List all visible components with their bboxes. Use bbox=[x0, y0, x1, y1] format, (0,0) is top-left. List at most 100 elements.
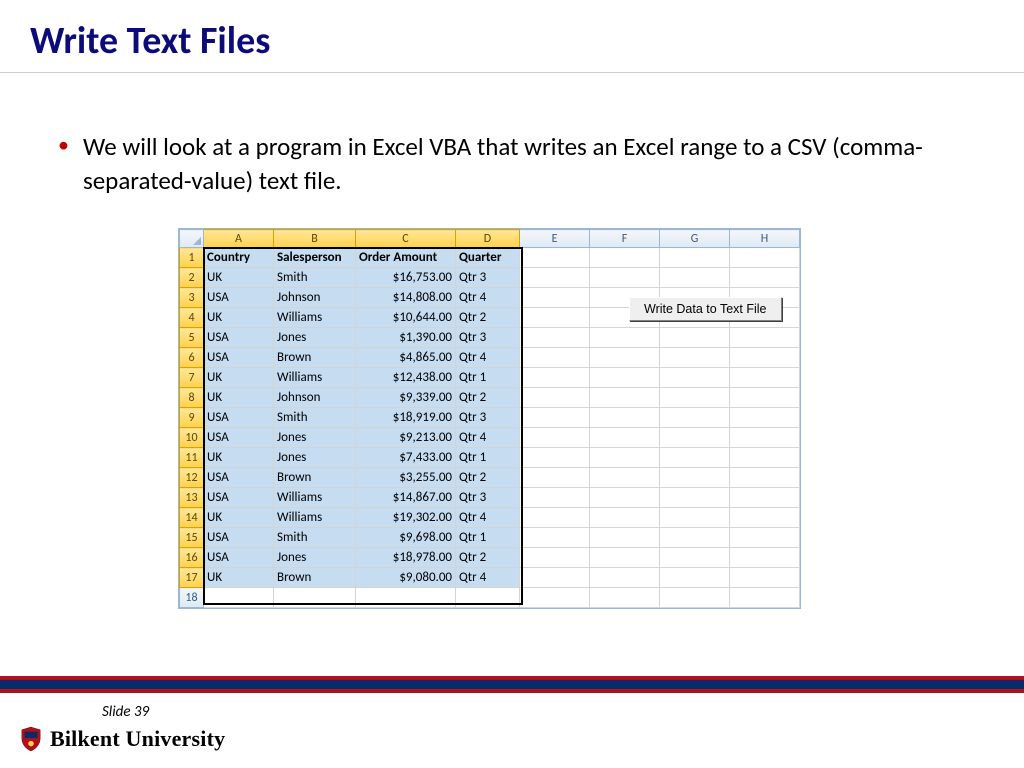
cell[interactable]: $9,213.00 bbox=[356, 428, 456, 448]
cell[interactable]: USA bbox=[204, 328, 274, 348]
cell[interactable] bbox=[520, 248, 590, 268]
cell[interactable]: Williams bbox=[274, 368, 356, 388]
cell[interactable]: Johnson bbox=[274, 388, 356, 408]
cell[interactable] bbox=[520, 568, 590, 588]
cell[interactable]: UK bbox=[204, 368, 274, 388]
cell[interactable] bbox=[456, 588, 520, 608]
select-all-corner[interactable] bbox=[180, 230, 204, 248]
cell[interactable] bbox=[660, 528, 730, 548]
cell[interactable] bbox=[590, 428, 660, 448]
cell[interactable] bbox=[590, 408, 660, 428]
row-header[interactable]: 7 bbox=[180, 368, 204, 388]
cell[interactable] bbox=[730, 588, 800, 608]
row-header[interactable]: 10 bbox=[180, 428, 204, 448]
write-data-button[interactable]: Write Data to Text File bbox=[629, 297, 782, 321]
cell[interactable]: Qtr 2 bbox=[456, 388, 520, 408]
cell[interactable]: Smith bbox=[274, 268, 356, 288]
row-header[interactable]: 13 bbox=[180, 488, 204, 508]
cell[interactable]: $10,644.00 bbox=[356, 308, 456, 328]
cell[interactable]: Brown bbox=[274, 348, 356, 368]
col-header-d[interactable]: D bbox=[456, 230, 520, 248]
col-header-g[interactable]: G bbox=[660, 230, 730, 248]
cell[interactable] bbox=[520, 588, 590, 608]
cell[interactable] bbox=[204, 588, 274, 608]
cell[interactable]: $14,867.00 bbox=[356, 488, 456, 508]
cell[interactable] bbox=[520, 368, 590, 388]
cell[interactable] bbox=[660, 368, 730, 388]
cell[interactable] bbox=[660, 328, 730, 348]
cell[interactable] bbox=[660, 588, 730, 608]
row-header[interactable]: 8 bbox=[180, 388, 204, 408]
cell[interactable]: UK bbox=[204, 308, 274, 328]
col-header-e[interactable]: E bbox=[520, 230, 590, 248]
col-header-f[interactable]: F bbox=[590, 230, 660, 248]
cell[interactable]: Qtr 4 bbox=[456, 348, 520, 368]
cell[interactable]: $9,339.00 bbox=[356, 388, 456, 408]
cell[interactable] bbox=[590, 388, 660, 408]
cell[interactable] bbox=[590, 528, 660, 548]
cell[interactable]: USA bbox=[204, 528, 274, 548]
cell[interactable]: Qtr 3 bbox=[456, 408, 520, 428]
cell[interactable]: $14,808.00 bbox=[356, 288, 456, 308]
cell[interactable] bbox=[730, 528, 800, 548]
cell[interactable]: UK bbox=[204, 448, 274, 468]
cell[interactable]: Qtr 3 bbox=[456, 328, 520, 348]
cell[interactable]: USA bbox=[204, 488, 274, 508]
cell[interactable] bbox=[520, 468, 590, 488]
cell[interactable] bbox=[660, 468, 730, 488]
cell[interactable]: Qtr 3 bbox=[456, 488, 520, 508]
cell[interactable]: Qtr 4 bbox=[456, 428, 520, 448]
cell[interactable] bbox=[590, 548, 660, 568]
cell[interactable]: Smith bbox=[274, 528, 356, 548]
cell[interactable]: $16,753.00 bbox=[356, 268, 456, 288]
cell[interactable] bbox=[730, 248, 800, 268]
cell[interactable]: Qtr 2 bbox=[456, 548, 520, 568]
cell[interactable]: $18,919.00 bbox=[356, 408, 456, 428]
cell[interactable]: USA bbox=[204, 428, 274, 448]
cell[interactable]: UK bbox=[204, 508, 274, 528]
cell[interactable]: Qtr 4 bbox=[456, 288, 520, 308]
cell[interactable]: UK bbox=[204, 268, 274, 288]
cell[interactable] bbox=[730, 468, 800, 488]
cell[interactable]: $3,255.00 bbox=[356, 468, 456, 488]
row-header[interactable]: 3 bbox=[180, 288, 204, 308]
cell[interactable] bbox=[590, 248, 660, 268]
cell[interactable] bbox=[730, 448, 800, 468]
cell[interactable] bbox=[590, 588, 660, 608]
row-header[interactable]: 1 bbox=[180, 248, 204, 268]
cell[interactable]: Jones bbox=[274, 328, 356, 348]
col-header-b[interactable]: B bbox=[274, 230, 356, 248]
cell[interactable]: Brown bbox=[274, 568, 356, 588]
cell[interactable] bbox=[730, 408, 800, 428]
cell[interactable] bbox=[660, 428, 730, 448]
cell[interactable] bbox=[274, 588, 356, 608]
row-header[interactable]: 9 bbox=[180, 408, 204, 428]
cell[interactable]: Qtr 3 bbox=[456, 268, 520, 288]
cell[interactable]: Qtr 2 bbox=[456, 308, 520, 328]
cell[interactable] bbox=[590, 268, 660, 288]
cell[interactable] bbox=[730, 488, 800, 508]
cell[interactable] bbox=[730, 368, 800, 388]
cell[interactable] bbox=[520, 528, 590, 548]
row-header[interactable]: 16 bbox=[180, 548, 204, 568]
cell[interactable]: Williams bbox=[274, 508, 356, 528]
cell[interactable]: UK bbox=[204, 388, 274, 408]
cell[interactable] bbox=[590, 328, 660, 348]
cell[interactable]: Jones bbox=[274, 448, 356, 468]
cell[interactable]: Smith bbox=[274, 408, 356, 428]
cell[interactable] bbox=[520, 288, 590, 308]
cell-header[interactable]: Salesperson bbox=[274, 248, 356, 268]
cell[interactable]: Qtr 1 bbox=[456, 448, 520, 468]
row-header[interactable]: 15 bbox=[180, 528, 204, 548]
cell[interactable] bbox=[520, 548, 590, 568]
cell[interactable]: $19,302.00 bbox=[356, 508, 456, 528]
cell[interactable] bbox=[730, 388, 800, 408]
cell[interactable]: Qtr 4 bbox=[456, 568, 520, 588]
cell-header[interactable]: Quarter bbox=[456, 248, 520, 268]
cell[interactable] bbox=[660, 508, 730, 528]
cell[interactable] bbox=[590, 368, 660, 388]
cell[interactable] bbox=[660, 408, 730, 428]
cell[interactable] bbox=[660, 388, 730, 408]
cell[interactable]: $4,865.00 bbox=[356, 348, 456, 368]
cell[interactable]: $9,080.00 bbox=[356, 568, 456, 588]
